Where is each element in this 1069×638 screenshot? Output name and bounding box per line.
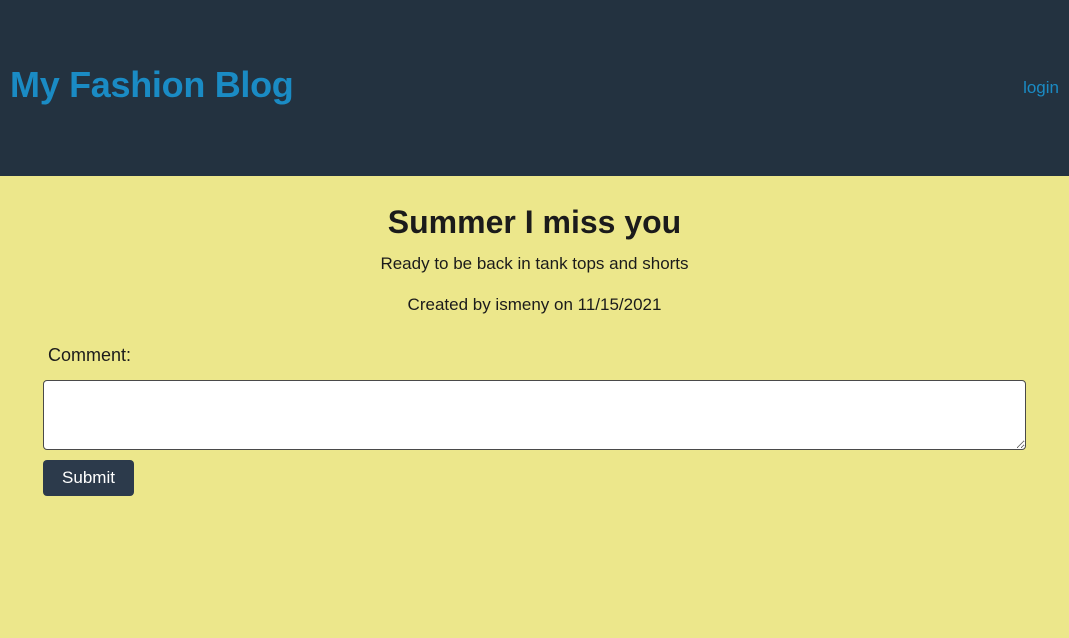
site-title-link[interactable]: My Fashion Blog xyxy=(10,62,294,108)
post-title: Summer I miss you xyxy=(387,204,682,240)
login-link[interactable]: login xyxy=(1023,77,1059,99)
comment-label: Comment: xyxy=(48,345,132,365)
comment-textarea[interactable] xyxy=(43,380,1026,450)
submit-button[interactable]: Submit xyxy=(43,460,134,496)
site-header: My Fashion Blog login xyxy=(0,0,1069,176)
post-body: Ready to be back in tank tops and shorts xyxy=(380,254,689,273)
post-detail: Summer I miss you Ready to be back in ta… xyxy=(0,176,1069,638)
post-meta: Created by ismeny on 11/15/2021 xyxy=(407,295,662,314)
